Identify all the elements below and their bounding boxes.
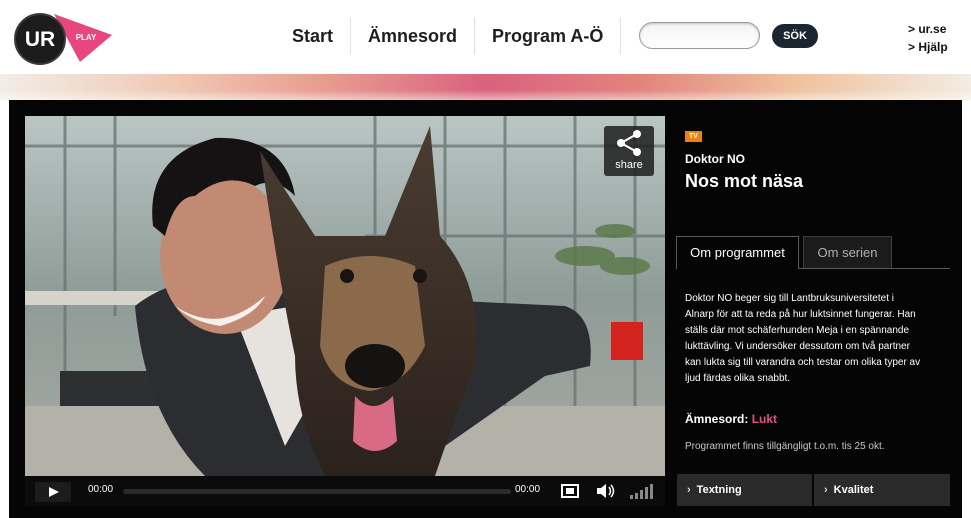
textning-button[interactable]: › Textning: [677, 474, 812, 506]
kvalitet-button[interactable]: › Kvalitet: [814, 474, 950, 506]
description-line: lukttävling. Vi undersöker dessutom om t…: [685, 341, 910, 352]
textning-label: Textning: [696, 484, 742, 496]
player-controls: 00:00 00:00: [25, 476, 665, 506]
description-line: kan lukta sig till varandra och testar o…: [685, 357, 921, 368]
chevron-right-icon: ›: [687, 484, 691, 496]
kvalitet-label: Kvalitet: [833, 484, 874, 496]
play-button[interactable]: [35, 482, 71, 502]
site-header: UR PLAY Start Ämnesord Program A-Ö SÖK >…: [0, 0, 971, 74]
top-links: > ur.se > Hjälp: [908, 20, 948, 56]
description-line: Alnarp för att ta reda på hur luktsinnet…: [685, 309, 916, 320]
main-nav: Start Ämnesord Program A-Ö: [275, 18, 622, 54]
share-label: share: [615, 159, 643, 171]
description-line: ljud färdas olika snabbt.: [685, 373, 791, 384]
link-hjalp[interactable]: > Hjälp: [908, 38, 948, 56]
logo-text-sub: PLAY: [76, 33, 97, 42]
video-frame-image: [25, 116, 665, 476]
tab-om-serien[interactable]: Om serien: [803, 236, 892, 268]
fullscreen-icon: [561, 484, 579, 498]
share-icon: [617, 130, 641, 156]
time-total: 00:00: [515, 484, 541, 495]
tv-badge: TV: [685, 131, 702, 142]
time-current: 00:00: [88, 484, 114, 495]
urplay-logo[interactable]: UR PLAY: [14, 8, 114, 70]
nav-item-start[interactable]: Start: [275, 18, 352, 54]
progress-bar[interactable]: [123, 489, 511, 494]
share-button[interactable]: share: [604, 126, 654, 176]
description-line: ställs där mot schäferhunden Meja i en s…: [685, 325, 910, 336]
quality-bars-icon: [630, 484, 653, 499]
program-description: Doktor NO beger sig till Lantbruksuniver…: [685, 291, 947, 387]
availability-text: Programmet finns tillgängligt t.o.m. tis…: [685, 441, 885, 452]
header-gradient-banner: [0, 74, 971, 100]
search-input[interactable]: [639, 22, 760, 49]
search-button[interactable]: SÖK: [772, 24, 818, 48]
volume-icon: [597, 484, 615, 498]
subject-label: Ämnesord:: [685, 412, 752, 426]
description-line: Doktor NO beger sig till Lantbruksuniver…: [685, 293, 894, 304]
nav-item-program-a-o[interactable]: Program A-Ö: [475, 18, 622, 54]
tab-om-programmet[interactable]: Om programmet: [676, 236, 799, 268]
series-name: Doktor NO: [685, 152, 745, 166]
video-area[interactable]: [25, 116, 665, 476]
play-icon: [49, 487, 59, 497]
subject-link-lukt[interactable]: Lukt: [752, 412, 777, 426]
link-ur-se[interactable]: > ur.se: [908, 20, 948, 38]
fullscreen-button[interactable]: [560, 483, 580, 499]
subject-row: Ämnesord: Lukt: [685, 412, 777, 426]
nav-item-amnesord[interactable]: Ämnesord: [351, 18, 476, 54]
episode-title: Nos mot näsa: [685, 171, 804, 191]
logo-text-main: UR: [25, 28, 55, 51]
volume-level[interactable]: [629, 482, 655, 500]
chevron-right-icon: ›: [824, 484, 828, 496]
volume-button[interactable]: [595, 482, 617, 500]
